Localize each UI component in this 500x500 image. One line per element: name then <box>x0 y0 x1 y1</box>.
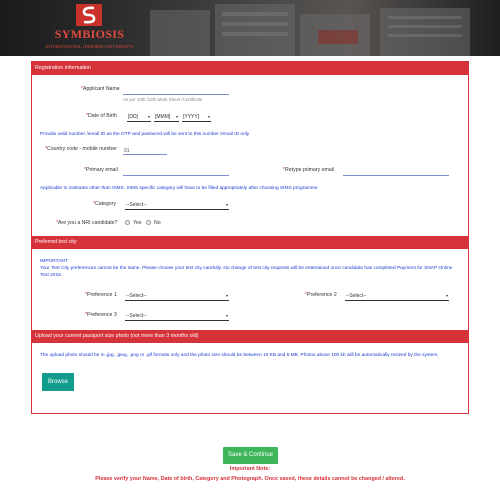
nri-no-label: No <box>154 220 161 226</box>
retype-email-input[interactable] <box>343 168 449 176</box>
section-header-registration: Registration information <box>32 62 468 75</box>
dob-month-select[interactable]: [MMM] ▾ <box>154 113 179 122</box>
preference-1-label: *Preference 1 <box>85 292 117 298</box>
dob-day-select[interactable]: [DD] ▾ <box>127 113 151 122</box>
applicant-name-hint: As per 10th /12th Mark Sheet /Certificat… <box>123 97 203 102</box>
browse-button[interactable]: Browse <box>42 373 74 391</box>
header-banner: SYMBIOSIS INTERNATIONAL (DEEMED UNIVERSI… <box>0 0 500 56</box>
test-city-notice: Your Test City preferences cannot be the… <box>40 266 453 278</box>
save-continue-button[interactable]: Save & Continue <box>223 447 278 464</box>
registration-form: Registration information *Applicant Name… <box>31 61 469 414</box>
dob-label: *Date of Birth <box>86 113 117 119</box>
applicant-name-label: *Applicant Name <box>81 86 120 92</box>
mobile-number-input[interactable] <box>123 147 167 155</box>
nri-no-radio[interactable] <box>146 220 151 225</box>
category-label: *Category <box>93 201 117 207</box>
symbiosis-emblem-icon <box>76 4 102 26</box>
logo-subtitle: INTERNATIONAL (DEEMED UNIVERSITY) <box>45 44 134 49</box>
preference-3-select[interactable]: --Select-- ▾ <box>125 312 229 321</box>
country-code-label: *Country code - mobile number <box>45 146 117 152</box>
photo-info-note: The upload photo should be in .jpg, .jpe… <box>40 353 439 358</box>
preference-2-label: *Preference 2 <box>305 292 337 298</box>
preference-3-label: *Preference 3 <box>85 312 117 318</box>
primary-email-input[interactable] <box>123 168 229 176</box>
primary-email-label: *Primary email <box>84 167 118 173</box>
applicant-name-input[interactable] <box>123 87 229 95</box>
retype-email-label: *Retype primary email <box>283 167 335 173</box>
important-note-title: Important Note: <box>229 466 271 472</box>
university-logo: SYMBIOSIS INTERNATIONAL (DEEMED UNIVERSI… <box>42 4 137 54</box>
preference-1-select[interactable]: --Select-- ▾ <box>125 292 229 301</box>
preference-2-select[interactable]: --Select-- ▾ <box>345 292 449 301</box>
important-label: IMPORTANT <box>40 259 68 264</box>
nri-yes-label: Yes <box>133 220 142 226</box>
logo-name: SYMBIOSIS <box>54 27 125 41</box>
dob-year-select[interactable]: [YYYY] ▾ <box>182 113 211 122</box>
nri-label: *Are you a NRI candidate? <box>56 220 118 226</box>
category-info-note: Applicable to institutes other than SIMS… <box>40 186 318 191</box>
contact-info-note: Provide valid number /email ID as the OT… <box>40 132 250 137</box>
category-select[interactable]: --Select-- ▾ <box>125 201 229 210</box>
nri-yes-radio[interactable] <box>125 220 130 225</box>
section-header-photo: Upload your current passport size photo … <box>32 330 468 343</box>
section-header-test-city: Preferred test city <box>32 236 468 249</box>
important-note-body: Please verify your Name, Date of birth, … <box>95 476 405 482</box>
